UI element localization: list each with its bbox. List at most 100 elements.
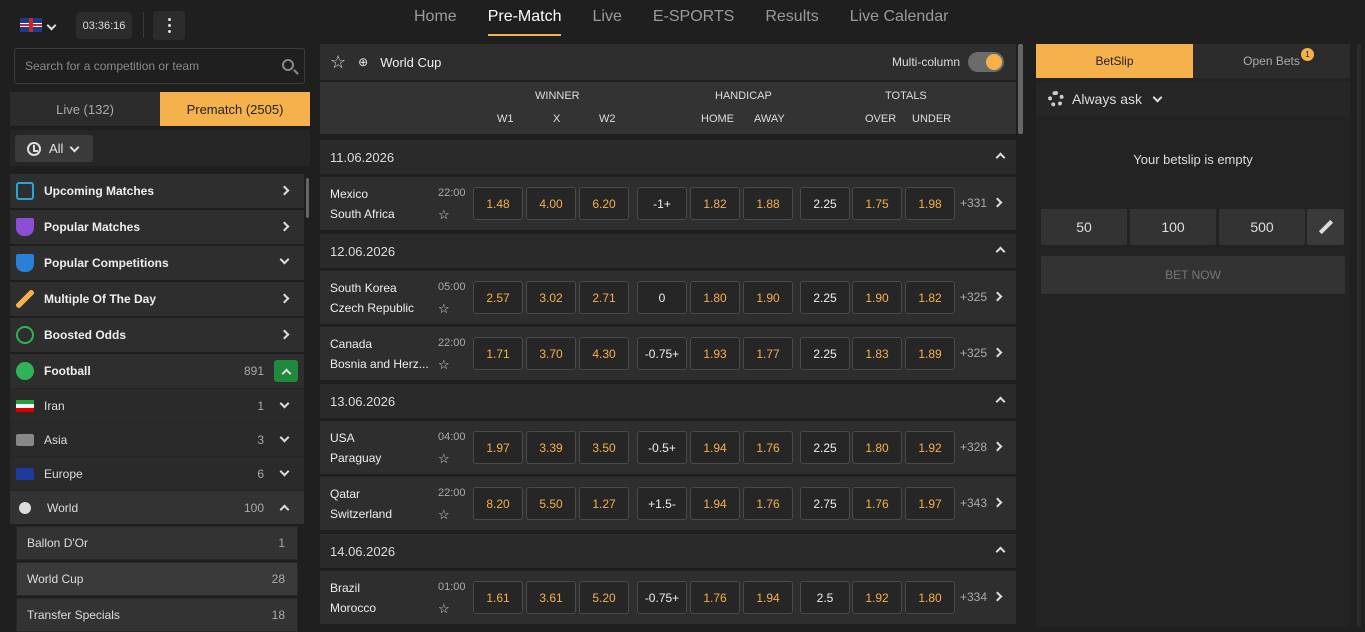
chevron-right-icon[interactable]: [992, 197, 1003, 208]
odd-button[interactable]: 4.00: [526, 187, 576, 220]
chevron-right-icon[interactable]: [992, 441, 1003, 452]
home-team[interactable]: Brazil: [330, 581, 360, 595]
more-markets[interactable]: +328: [960, 440, 987, 454]
away-team[interactable]: Morocco: [330, 601, 376, 615]
sidebar-item-popular-competitions[interactable]: Popular Competitions: [10, 246, 304, 280]
bet-now-button[interactable]: BET NOW: [1041, 256, 1345, 294]
more-markets[interactable]: +343: [960, 496, 987, 510]
favorite-star-icon[interactable]: ☆: [438, 301, 450, 317]
odd-button[interactable]: 1.71: [473, 337, 523, 370]
match-row[interactable]: South Korea Czech Republic 05:00 ☆ 2.57 3.02 2…: [320, 270, 1016, 324]
odd-button[interactable]: 1.97: [905, 487, 955, 520]
odds-change-dropdown[interactable]: Always ask: [1036, 82, 1350, 116]
home-team[interactable]: USA: [330, 431, 355, 445]
away-team[interactable]: Switzerland: [330, 507, 392, 521]
odd-button[interactable]: 3.61: [526, 581, 576, 614]
main-scrollbar[interactable]: [1018, 44, 1023, 134]
home-team[interactable]: Qatar: [330, 487, 360, 501]
odd-button[interactable]: 2.25: [800, 431, 850, 464]
odd-button[interactable]: 1.61: [473, 581, 523, 614]
odd-button[interactable]: 2.75: [800, 487, 850, 520]
toggle-switch[interactable]: [968, 52, 1004, 72]
edit-stakes-button[interactable]: [1307, 209, 1344, 245]
more-menu-button[interactable]: [153, 11, 185, 40]
page-scrollbar[interactable]: [1357, 44, 1361, 627]
favorite-star-icon[interactable]: ☆: [438, 451, 450, 467]
time-filter-dropdown[interactable]: All: [15, 135, 93, 162]
odd-button[interactable]: 1.97: [473, 431, 523, 464]
collapse-button[interactable]: [274, 360, 298, 382]
odd-button[interactable]: 1.93: [690, 337, 740, 370]
odd-button[interactable]: 1.94: [690, 487, 740, 520]
home-team[interactable]: South Korea: [330, 281, 397, 295]
odd-button[interactable]: 1.90: [743, 281, 793, 314]
match-row[interactable]: Qatar Switzerland 22:00 ☆ 8.20 5.50 1.27 +1.5- 1…: [320, 476, 1016, 530]
odd-button[interactable]: 2.57: [473, 281, 523, 314]
away-team[interactable]: Czech Republic: [330, 301, 414, 315]
odd-button[interactable]: 1.75: [852, 187, 902, 220]
more-markets[interactable]: +334: [960, 590, 987, 604]
odd-button[interactable]: 1.82: [905, 281, 955, 314]
odd-button[interactable]: -1+: [637, 187, 687, 220]
odd-button[interactable]: 3.02: [526, 281, 576, 314]
odd-button[interactable]: 1.88: [743, 187, 793, 220]
odd-button[interactable]: 1.89: [905, 337, 955, 370]
region-item-iran[interactable]: Iran 1: [10, 388, 304, 422]
odd-button[interactable]: 1.76: [852, 487, 902, 520]
nav-live[interactable]: Live: [592, 0, 621, 36]
home-team[interactable]: Mexico: [330, 187, 368, 201]
sidebar-item-multiple-of-the-day[interactable]: Multiple Of The Day: [10, 282, 304, 316]
match-row[interactable]: Mexico South Africa 22:00 ☆ 1.48 4.00 6.20 -1+ 1…: [320, 176, 1016, 230]
odd-button[interactable]: +1.5-: [637, 487, 687, 520]
region-item-europe[interactable]: Europe 6: [10, 456, 304, 490]
odd-button[interactable]: 0: [637, 281, 687, 314]
odd-button[interactable]: 1.76: [690, 581, 740, 614]
nav-home[interactable]: Home: [414, 0, 457, 36]
date-header[interactable]: 13.06.2026: [320, 384, 1016, 418]
match-row[interactable]: USA Paraguay 04:00 ☆ 1.97 3.39 3.50 -0.5+ 1.94 1.…: [320, 420, 1016, 474]
odd-button[interactable]: 5.50: [526, 487, 576, 520]
away-team[interactable]: Paraguay: [330, 451, 381, 465]
sidebar-item-upcoming-matches[interactable]: Upcoming Matches: [10, 174, 304, 208]
odd-button[interactable]: 1.76: [743, 487, 793, 520]
odd-button[interactable]: 2.25: [800, 337, 850, 370]
stake-500-button[interactable]: 500: [1219, 209, 1305, 245]
home-team[interactable]: Canada: [330, 337, 372, 351]
odd-button[interactable]: -0.75+: [637, 581, 687, 614]
chevron-right-icon[interactable]: [992, 291, 1003, 302]
search-input[interactable]: Search for a competition or team: [14, 48, 305, 84]
favorite-star-icon[interactable]: ☆: [438, 507, 450, 523]
odd-button[interactable]: 1.94: [690, 431, 740, 464]
odd-button[interactable]: 3.70: [526, 337, 576, 370]
language-selector[interactable]: [14, 11, 62, 39]
sidebar-item-football[interactable]: Football 891: [10, 354, 304, 388]
competition-item-ballon-dor[interactable]: Ballon D'Or 1: [16, 526, 298, 560]
away-team[interactable]: South Africa: [330, 207, 395, 221]
odd-button[interactable]: 1.76: [743, 431, 793, 464]
favorite-star-icon[interactable]: ☆: [438, 207, 450, 223]
odd-button[interactable]: 1.80: [852, 431, 902, 464]
more-markets[interactable]: +325: [960, 290, 987, 304]
stake-50-button[interactable]: 50: [1041, 209, 1127, 245]
sidebar-scrollbar[interactable]: [306, 178, 309, 218]
favorite-star-icon[interactable]: ☆: [438, 357, 450, 373]
odd-button[interactable]: 1.83: [852, 337, 902, 370]
chevron-right-icon[interactable]: [992, 591, 1003, 602]
region-item-asia[interactable]: Asia 3: [10, 422, 304, 456]
odd-button[interactable]: 5.20: [579, 581, 629, 614]
odd-button[interactable]: 1.94: [743, 581, 793, 614]
odd-button[interactable]: 6.20: [579, 187, 629, 220]
date-header[interactable]: 11.06.2026: [320, 140, 1016, 174]
region-item-world[interactable]: World 100: [10, 490, 304, 524]
odd-button[interactable]: 1.77: [743, 337, 793, 370]
odd-button[interactable]: 4.30: [579, 337, 629, 370]
odd-button[interactable]: 1.82: [690, 187, 740, 220]
more-markets[interactable]: +331: [960, 196, 987, 210]
odd-button[interactable]: 1.92: [905, 431, 955, 464]
odd-button[interactable]: -0.5+: [637, 431, 687, 464]
away-team[interactable]: Bosnia and Herz...: [330, 357, 429, 371]
odd-button[interactable]: 2.25: [800, 281, 850, 314]
nav-prematch[interactable]: Pre-Match: [487, 0, 562, 36]
multi-column-toggle[interactable]: Multi-column: [892, 52, 1004, 72]
odd-button[interactable]: 1.90: [852, 281, 902, 314]
